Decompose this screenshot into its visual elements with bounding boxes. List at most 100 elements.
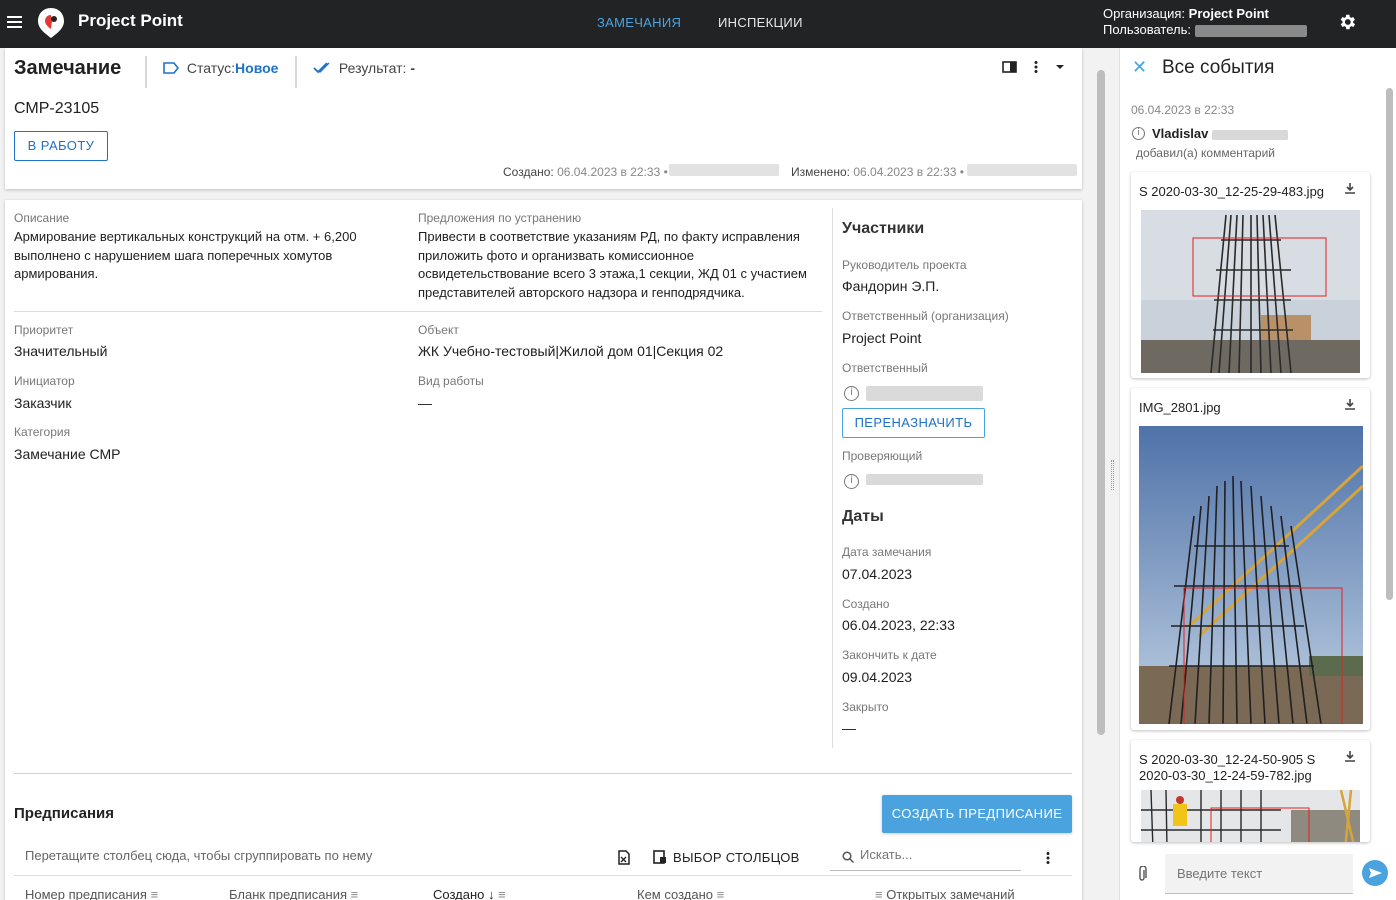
created-meta-value: 06.04.2023 в 22:33 •: [557, 165, 668, 179]
created-meta: Создано: 06.04.2023 в 22:33 •: [503, 165, 668, 179]
attachment-thumbnail[interactable]: [1139, 426, 1363, 724]
hamburger-menu-icon[interactable]: [6, 12, 26, 32]
column-header[interactable]: Бланк предписания ≡: [229, 887, 358, 900]
object-value: ЖК Учебно-тестовый|Жилой дом 01|Секция 0…: [418, 343, 724, 359]
events-scrollbar-thumb[interactable]: [1386, 88, 1393, 600]
send-button[interactable]: [1362, 860, 1388, 886]
info-icon[interactable]: i: [1132, 127, 1145, 140]
attachment-card[interactable]: IMG_2801.jpg: [1131, 388, 1370, 730]
changed-by-redacted: [967, 164, 1077, 176]
search-input[interactable]: [860, 847, 1010, 862]
org-label: Организация:: [1103, 6, 1186, 21]
dates-title: Даты: [842, 508, 884, 525]
close-icon[interactable]: ✕: [1132, 57, 1147, 78]
created-date-value: 06.04.2023, 22:33: [842, 617, 955, 633]
finish-date-value: 09.04.2023: [842, 669, 913, 685]
attachment-thumbnail[interactable]: [1141, 790, 1360, 842]
initiator-value: Заказчик: [14, 395, 72, 411]
column-header[interactable]: Номер предписания ≡: [25, 887, 158, 900]
download-icon[interactable]: [1344, 398, 1356, 411]
finish-date-label: Закончить к дате: [842, 648, 937, 662]
user-label: Пользователь:: [1103, 22, 1191, 37]
created-meta-label: Создано:: [503, 165, 554, 179]
issue-details-card: Описание Армирование вертикальных констр…: [5, 200, 1082, 900]
divider: [14, 311, 822, 312]
result-value: -: [410, 60, 416, 76]
panel-resize-handle[interactable]: [1111, 460, 1114, 490]
participants-title: Участники: [842, 220, 925, 237]
divider: [295, 56, 297, 88]
column-header[interactable]: Кем создано ≡: [637, 887, 724, 900]
download-icon[interactable]: [1344, 750, 1356, 763]
attachment-card[interactable]: S 2020-03-30_12-24-50-905 S 2020-03-30_1…: [1131, 740, 1370, 842]
to-work-button[interactable]: В РАБОТУ: [14, 131, 108, 161]
changed-meta-value: 06.04.2023 в 22:33 •: [853, 165, 965, 179]
issue-code: СМР-23105: [14, 100, 100, 117]
attachment-name: IMG_2801.jpg: [1139, 400, 1221, 415]
account-info: Организация: Project Point Пользователь:: [1103, 6, 1307, 38]
main-scrollbar-thumb[interactable]: [1097, 70, 1105, 735]
column-header[interactable]: Создано ↓ ≡: [433, 887, 506, 900]
closed-date-label: Закрыто: [842, 700, 889, 714]
work-type-value: —: [418, 395, 432, 411]
reassign-button[interactable]: ПЕРЕНАЗНАЧИТЬ: [842, 408, 985, 438]
proposal-text: Привести в соответствие указаниям РД, по…: [418, 229, 807, 300]
event-user: Vladislav: [1152, 126, 1288, 141]
created-date-label: Создано: [842, 597, 890, 611]
search-field[interactable]: [830, 843, 1021, 871]
column-chooser-label: ВЫБОР СТОЛБЦОВ: [673, 850, 800, 865]
responsible-label: Ответственный: [842, 361, 928, 375]
panel-toggle-icon[interactable]: [1002, 60, 1017, 74]
message-input[interactable]: [1165, 854, 1353, 894]
priority-value: Значительный: [14, 343, 108, 359]
export-excel-icon[interactable]: [617, 850, 631, 865]
remark-date-value: 07.04.2023: [842, 566, 913, 582]
proposal-label: Предложения по устранению: [418, 211, 582, 225]
group-by-hint: Перетащите столбец сюда, чтобы сгруппиро…: [25, 848, 373, 863]
divider: [832, 208, 833, 748]
app-title: Project Point: [78, 11, 183, 30]
divider: [14, 875, 1072, 876]
status-field[interactable]: Статус: Новое: [163, 60, 278, 76]
event-action: добавил(а) комментарий: [1136, 146, 1276, 160]
resp-org-label: Ответственный (организация): [842, 309, 1009, 323]
info-icon[interactable]: i: [844, 474, 859, 489]
attachment-thumbnail[interactable]: [1141, 210, 1360, 373]
info-icon[interactable]: i: [844, 386, 859, 401]
attachment-name: S 2020-03-30_12-24-50-905 S 2020-03-30_1…: [1139, 752, 1316, 783]
more-vert-icon[interactable]: [1045, 851, 1051, 865]
result-label: Результат:: [338, 60, 407, 76]
manager-value: Фандорин Э.П.: [842, 278, 940, 294]
category-label: Категория: [14, 425, 71, 439]
checker-label: Проверяющий: [842, 449, 923, 463]
divider: [14, 773, 1072, 774]
closed-date-value: —: [842, 720, 856, 736]
column-chooser-button[interactable]: ВЫБОР СТОЛБЦОВ: [653, 850, 800, 865]
tab-inspections[interactable]: ИНСПЕКЦИИ: [718, 15, 803, 30]
gear-icon[interactable]: [1337, 12, 1357, 32]
attachment-card[interactable]: S 2020-03-30_12-25-29-483.jpg: [1131, 172, 1370, 378]
event-date: 06.04.2023 в 22:33: [1131, 103, 1235, 117]
object-label: Объект: [418, 323, 459, 337]
tab-remarks[interactable]: ЗАМЕЧАНИЯ: [597, 15, 681, 30]
caret-down-icon[interactable]: [1055, 64, 1065, 70]
checker-value-redacted: [866, 474, 983, 485]
result-field[interactable]: Результат: -: [313, 60, 415, 76]
send-icon: [1369, 868, 1382, 878]
status-label: Статус:: [186, 60, 236, 76]
logo-icon[interactable]: [36, 6, 66, 40]
create-prescription-button[interactable]: СОЗДАТЬ ПРЕДПИСАНИЕ: [882, 795, 1072, 833]
user-value-redacted: [1194, 24, 1307, 37]
status-value: Новое: [235, 60, 279, 76]
column-header[interactable]: ≡ Открытых замечаний: [875, 887, 1015, 900]
manager-label: Руководитель проекта: [842, 258, 967, 272]
description-text: Армирование вертикальных конструкций на …: [14, 229, 357, 281]
changed-meta: Изменено: 06.04.2023 в 22:33 •: [791, 165, 964, 179]
top-bar: Project Point ЗАМЕЧАНИЯ ИНСПЕКЦИИ Органи…: [0, 0, 1396, 48]
attach-icon[interactable]: [1137, 866, 1147, 882]
events-title: Все события: [1162, 57, 1275, 78]
more-vert-icon[interactable]: [1033, 60, 1039, 74]
remark-date-label: Дата замечания: [842, 545, 932, 559]
initiator-label: Инициатор: [14, 374, 75, 388]
download-icon[interactable]: [1344, 182, 1356, 195]
